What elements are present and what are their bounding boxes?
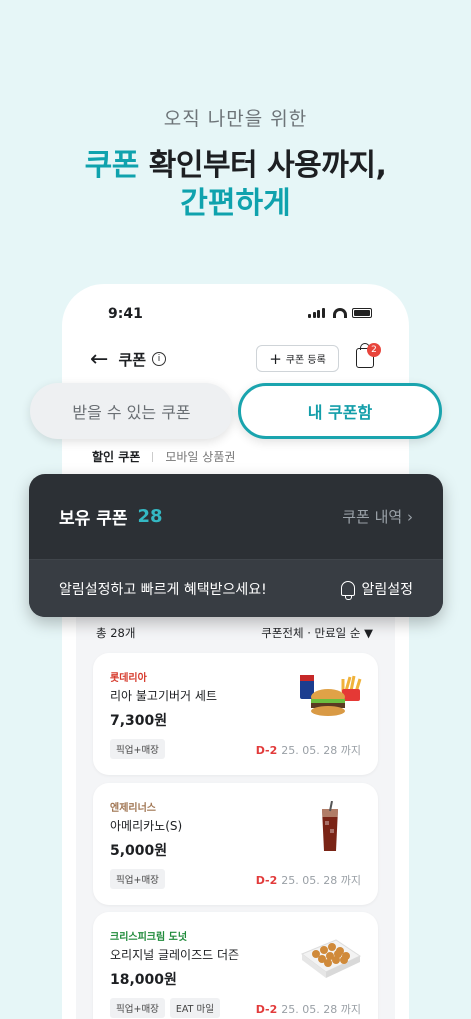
promo-subtitle: 오직 나만을 위한 bbox=[163, 108, 308, 130]
coupon-expiry: D-2 25. 05. 28 까지 bbox=[256, 742, 361, 758]
register-coupon-label: 쿠폰 등록 bbox=[285, 355, 326, 366]
info-icon[interactable]: i bbox=[152, 352, 167, 366]
back-arrow-icon[interactable]: ← bbox=[90, 347, 108, 372]
bell-icon bbox=[341, 581, 356, 600]
coupon-expiry-date: 25. 05. 28 까지 bbox=[281, 874, 361, 887]
coupon-summary-card: 보유 쿠폰 28 쿠폰 내역 › 알림설정하고 빠르게 혜택받으세요! 알림설정 bbox=[29, 474, 443, 617]
status-icons bbox=[308, 308, 372, 318]
coupon-name: 리아 불고기버거 세트 bbox=[110, 689, 217, 703]
plus-icon: + bbox=[269, 349, 282, 368]
coupon-dday: D-2 bbox=[255, 874, 278, 887]
coupon-expiry: D-2 25. 05. 28 까지 bbox=[256, 872, 361, 888]
coupon-brand: 롯데리아 bbox=[110, 673, 147, 684]
coupon-price: 18,000원 bbox=[110, 972, 177, 988]
status-time: 9:41 bbox=[108, 306, 143, 322]
subtab-divider bbox=[152, 451, 154, 462]
coupon-tag: EAT 마일 bbox=[169, 998, 220, 1018]
coupon-price: 7,300원 bbox=[110, 713, 168, 729]
alert-settings-label: 알림설정 bbox=[361, 581, 413, 598]
signal-icon bbox=[308, 308, 325, 318]
coupon-dday: D-2 bbox=[255, 1003, 278, 1016]
tab-available-coupons[interactable]: 받을 수 있는 쿠폰 bbox=[30, 383, 233, 439]
coupon-name: 아메리카노(S) bbox=[110, 819, 183, 833]
list-meta: 총 28개 쿠폰전체 · 만료일 순 ▼ bbox=[96, 625, 373, 641]
coupon-tag: 픽업+매장 bbox=[110, 998, 165, 1018]
sort-dropdown[interactable]: 쿠폰전체 · 만료일 순 ▼ bbox=[261, 625, 373, 641]
coupon-expiry-date: 25. 05. 28 까지 bbox=[281, 1003, 361, 1016]
coupon-brand: 크리스피크림 도넛 bbox=[110, 932, 188, 943]
coupon-card[interactable]: 엔제리너스 아메리카노(S) 5,000원 픽업+매장 D-2 25. 05. 2… bbox=[93, 783, 378, 905]
coupon-tag: 픽업+매장 bbox=[110, 869, 165, 889]
coupon-tag: 픽업+매장 bbox=[110, 739, 165, 759]
alert-message: 알림설정하고 빠르게 혜택받으세요! bbox=[59, 581, 267, 598]
total-count: 총 28개 bbox=[96, 626, 136, 640]
battery-icon bbox=[351, 308, 372, 318]
tab-my-coupons[interactable]: 내 쿠폰함 bbox=[238, 383, 442, 439]
wifi-icon bbox=[332, 308, 347, 318]
coupon-card[interactable]: 크리스피크림 도넛 오리지널 글레이즈드 더즌 18,000원 픽업+매장 EA… bbox=[93, 912, 378, 1019]
coupon-price: 5,000원 bbox=[110, 843, 168, 859]
donut-box-image bbox=[300, 939, 362, 978]
page-title: 쿠폰 bbox=[118, 350, 147, 369]
coupon-expiry-date: 25. 05. 28 까지 bbox=[281, 744, 361, 757]
coupon-brand: 엔제리너스 bbox=[110, 803, 156, 814]
owned-coupons-title: 보유 쿠폰 bbox=[59, 509, 128, 529]
owned-coupons-count: 28 bbox=[137, 506, 163, 527]
alert-settings-button[interactable]: 알림설정 bbox=[341, 579, 413, 600]
subtab-discount[interactable]: 할인 쿠폰 bbox=[92, 448, 140, 465]
register-coupon-button[interactable]: + 쿠폰 등록 bbox=[256, 345, 339, 372]
coupon-name: 오리지널 글레이즈드 더즌 bbox=[110, 948, 240, 962]
coupon-card[interactable]: 롯데리아 리아 불고기버거 세트 7,300원 픽업+매장 D-2 25. 05.… bbox=[93, 653, 378, 775]
coupon-expiry: D-2 25. 05. 28 까지 bbox=[256, 1001, 361, 1017]
subtabs: 할인 쿠폰 모바일 상품권 bbox=[92, 448, 235, 465]
promo-headline-line2: 간편하게 bbox=[180, 186, 291, 221]
iced-coffee-image bbox=[322, 801, 338, 851]
coupon-history-link[interactable]: 쿠폰 내역 › bbox=[342, 506, 413, 527]
burger-set-image bbox=[300, 675, 362, 716]
coupon-dday: D-2 bbox=[255, 744, 278, 757]
cart-badge: 2 bbox=[367, 343, 381, 357]
subtab-mobile[interactable]: 모바일 상품권 bbox=[165, 448, 235, 465]
